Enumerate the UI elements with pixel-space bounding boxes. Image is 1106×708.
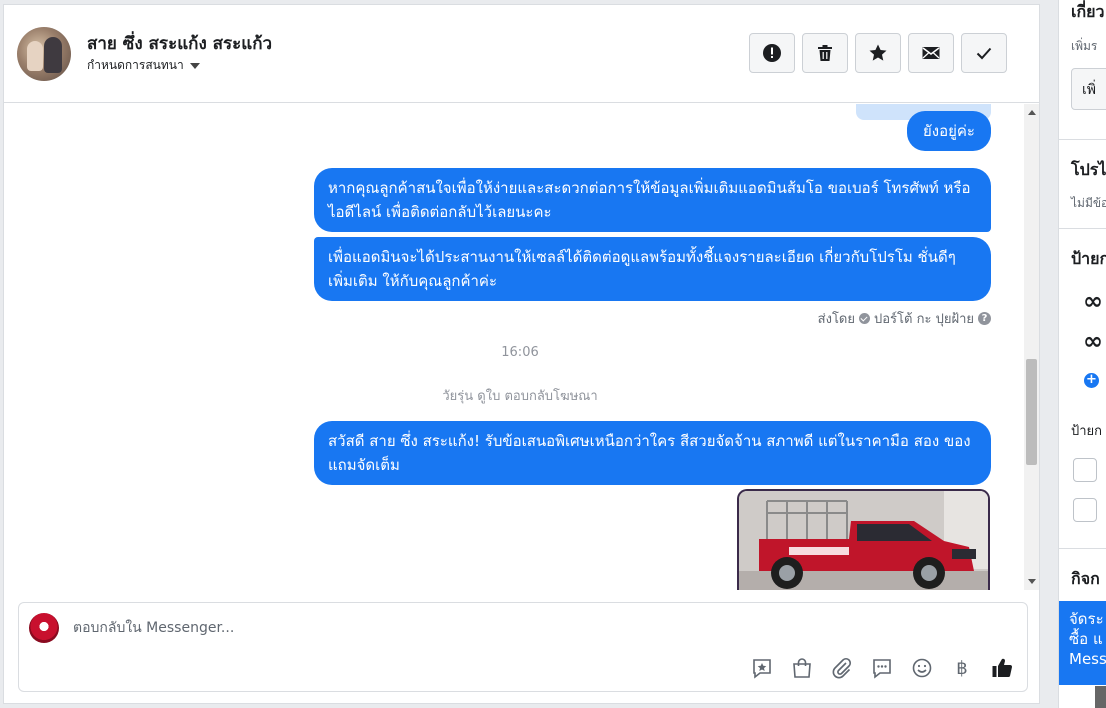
divider xyxy=(1059,139,1106,140)
messenger-promo-card[interactable]: จัดระ ซื้อ แ Mess xyxy=(1059,601,1106,685)
mail-icon xyxy=(922,47,940,59)
emoji-button[interactable] xyxy=(907,653,937,683)
profile-section-title: โปรไ xyxy=(1071,160,1106,179)
assign-conversation-label: กำหนดการสนทนา xyxy=(87,58,184,72)
sent-by-prefix: ส่งโดย xyxy=(817,312,855,327)
mark-unread-button[interactable] xyxy=(908,33,954,73)
shop-bag-icon xyxy=(793,658,811,678)
red-pickup-truck-image xyxy=(739,491,988,590)
mark-spam-button[interactable] xyxy=(749,33,795,73)
checkmark-icon xyxy=(976,47,992,60)
message-list[interactable]: ยังอยู่ค่ะ หากคุณลูกค้าสนใจเพื่อให้ง่ายแ… xyxy=(4,104,1024,590)
contact-name[interactable]: สาย ซึ่ง สระแก้ง สระแก้ว xyxy=(87,30,272,57)
thumbs-up-icon xyxy=(992,658,1012,678)
divider xyxy=(1059,548,1106,549)
message-scrollbar[interactable] xyxy=(1024,104,1039,590)
promo-line: ซื้อ แ xyxy=(1069,630,1103,648)
activity-section-title: กิจก xyxy=(1071,569,1100,588)
truck-photo-attachment[interactable] xyxy=(737,489,990,590)
promo-thumbnail xyxy=(1095,686,1106,708)
message-bubble[interactable]: เพื่อแอดมินจะได้ประสานงานให้เซลล์ได้ติดต… xyxy=(314,237,991,301)
label-checkbox[interactable] xyxy=(1073,458,1097,482)
payment-button[interactable]: ฿ xyxy=(947,653,977,683)
customer-info-sidebar: เกี่ยว เพิ่มร เพิ่ โปรไ ไม่มีข้อ ป้ายก ∞… xyxy=(1058,0,1106,708)
label-checkbox[interactable] xyxy=(1073,498,1097,522)
add-info-button[interactable]: เพิ่ xyxy=(1071,68,1106,110)
scroll-up-arrow-icon[interactable] xyxy=(1028,110,1036,115)
scrollbar-thumb[interactable] xyxy=(1026,359,1037,465)
shop-button[interactable] xyxy=(787,653,817,683)
help-icon[interactable]: ? xyxy=(978,312,991,325)
scroll-down-arrow-icon[interactable] xyxy=(1028,579,1036,584)
sent-by-info: ส่งโดย ปอร์โต้ กะ ปุยฝ้าย ? xyxy=(818,308,991,329)
divider xyxy=(1059,228,1106,229)
message-bubble[interactable]: สวัสดี สาย ซึ่ง สระแก้ง! รับข้อเสนอพิเศษ… xyxy=(314,421,991,485)
chat-bubble-icon xyxy=(873,659,891,679)
caret-down-icon xyxy=(189,62,200,69)
conversation-toolbar xyxy=(749,33,1007,73)
star-button[interactable] xyxy=(855,33,901,73)
assign-conversation-dropdown[interactable]: กำหนดการสนทนา xyxy=(87,56,200,75)
emoji-icon xyxy=(912,658,932,678)
promo-line: จัดระ xyxy=(1069,610,1104,628)
ad-reply-note: วัยรุ่น ดูใบ ตอบกลับโฆษณา xyxy=(442,389,598,404)
about-section-title: เกี่ยว xyxy=(1071,2,1105,21)
message-bubble[interactable]: ยังอยู่ค่ะ xyxy=(907,111,991,151)
saved-reply-icon xyxy=(753,659,771,679)
meta-logo-icon: ∞ xyxy=(1083,287,1103,315)
quick-reply-button[interactable] xyxy=(867,653,897,683)
trash-icon xyxy=(818,45,832,61)
message-timestamp: 16:06 xyxy=(501,345,539,360)
labels-section-title: ป้ายก xyxy=(1071,249,1106,268)
attachment-icon xyxy=(832,657,852,679)
chat-panel: สาย ซึ่ง สระแก้ง สระแก้ว กำหนดการสนทนา ย… xyxy=(3,4,1040,704)
add-label-icon[interactable]: + xyxy=(1084,373,1099,388)
contact-avatar[interactable] xyxy=(17,27,71,81)
promo-line: Mess xyxy=(1069,650,1106,668)
saved-reply-button[interactable] xyxy=(747,653,777,683)
sent-by-name[interactable]: ปอร์โต้ กะ ปุยฝ้าย xyxy=(874,308,974,329)
conversation-header: สาย ซึ่ง สระแก้ง สระแก้ว กำหนดการสนทนา xyxy=(4,5,1039,103)
page-avatar xyxy=(29,613,59,643)
reply-input[interactable] xyxy=(71,617,771,639)
composer-toolbar: ฿ xyxy=(747,653,1017,683)
mark-done-button[interactable] xyxy=(961,33,1007,73)
label-caption: ป้ายก xyxy=(1071,424,1103,439)
reply-composer: ฿ xyxy=(18,602,1028,692)
star-icon xyxy=(869,44,887,61)
meta-logo-icon: ∞ xyxy=(1083,327,1103,355)
verified-check-icon xyxy=(859,313,870,324)
spam-icon xyxy=(763,44,781,62)
about-section-subtitle: เพิ่มร xyxy=(1071,39,1098,53)
baht-icon: ฿ xyxy=(956,657,968,679)
attach-button[interactable] xyxy=(827,653,857,683)
delete-button[interactable] xyxy=(802,33,848,73)
message-bubble[interactable]: หากคุณลูกค้าสนใจเพื่อให้ง่ายและสะดวกต่อก… xyxy=(314,168,991,232)
send-like-button[interactable] xyxy=(987,653,1017,683)
profile-section-subtitle: ไม่มีข้อ xyxy=(1071,196,1106,210)
